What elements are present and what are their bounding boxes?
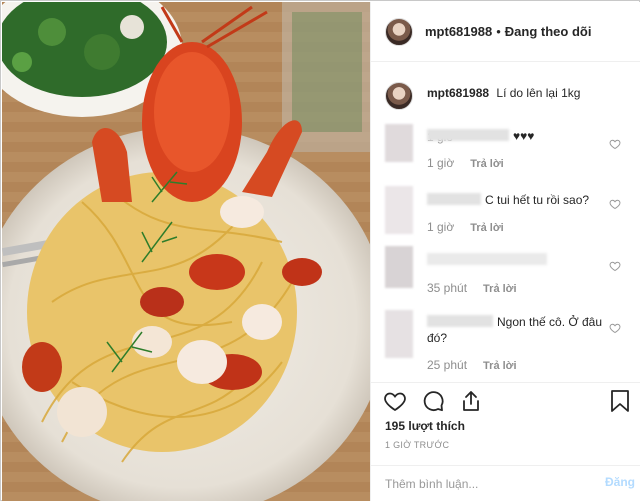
comment-like-icon[interactable] <box>609 260 621 272</box>
avatar[interactable] <box>385 17 413 46</box>
comment-like-icon[interactable] <box>609 198 621 210</box>
lobster-pasta-image <box>2 2 370 501</box>
comment-time[interactable]: 1 giờ <box>427 156 454 170</box>
comment-text: ♥♥♥ <box>513 129 535 143</box>
comment-input[interactable] <box>385 474 585 494</box>
comment-time[interactable]: 25 phút <box>427 358 467 372</box>
comment-icon[interactable] <box>421 389 445 413</box>
caption-username[interactable]: mpt681988 <box>427 86 489 100</box>
post-comment-button[interactable]: Đăng <box>605 475 635 489</box>
comment-avatar[interactable] <box>385 246 413 288</box>
header-username[interactable]: mpt681988 <box>425 24 492 39</box>
likes-count[interactable]: 195 lượt thích <box>385 419 465 433</box>
comment-username-blurred[interactable] <box>427 193 481 205</box>
comment-username-blurred[interactable] <box>427 253 547 265</box>
comment-avatar[interactable] <box>385 186 413 234</box>
comment-text: C tui hết tu rồi sao? <box>485 193 590 207</box>
comment-username-blurred[interactable] <box>427 315 493 327</box>
add-comment-box: Đăng <box>371 465 640 502</box>
comment-avatar[interactable] <box>385 124 413 162</box>
comment-time[interactable]: 1 giờ <box>427 220 454 234</box>
comments-list[interactable]: mpt681988 Lí do lên lại 1kg 1 giờ ♥♥♥ 1 … <box>371 62 640 382</box>
heart-icon[interactable] <box>383 389 407 413</box>
caption-avatar[interactable] <box>385 82 413 110</box>
reply-button[interactable]: Trả lời <box>470 158 504 170</box>
comment-like-icon[interactable] <box>609 138 621 150</box>
reply-button[interactable]: Trả lời <box>470 222 504 234</box>
reply-button[interactable]: Trả lời <box>483 360 517 372</box>
post-footer: 195 lượt thích 1 GIỜ TRƯỚC Đăng <box>371 382 640 501</box>
bookmark-icon[interactable] <box>609 389 631 413</box>
comment-avatar[interactable] <box>385 310 413 358</box>
share-icon[interactable] <box>459 389 483 413</box>
header-separator: • <box>496 24 501 39</box>
post-sidebar: mpt681988 • Đang theo dõi mpt681988 Lí d… <box>370 2 640 501</box>
comment-like-icon[interactable] <box>609 322 621 334</box>
post-photo <box>2 2 370 501</box>
comment-username-blurred[interactable] <box>427 129 509 141</box>
reply-button[interactable]: Trả lời <box>483 283 517 295</box>
post-frame: mpt681988 • Đang theo dõi mpt681988 Lí d… <box>0 0 640 501</box>
follow-status-button[interactable]: Đang theo dõi <box>505 24 592 39</box>
post-header: mpt681988 • Đang theo dõi <box>371 2 640 62</box>
bookmark-button[interactable] <box>609 389 631 413</box>
post-timestamp[interactable]: 1 GIỜ TRƯỚC <box>385 440 449 450</box>
comment-time[interactable]: 35 phút <box>427 281 467 295</box>
caption-text: Lí do lên lại 1kg <box>496 86 581 100</box>
action-bar <box>383 389 483 413</box>
